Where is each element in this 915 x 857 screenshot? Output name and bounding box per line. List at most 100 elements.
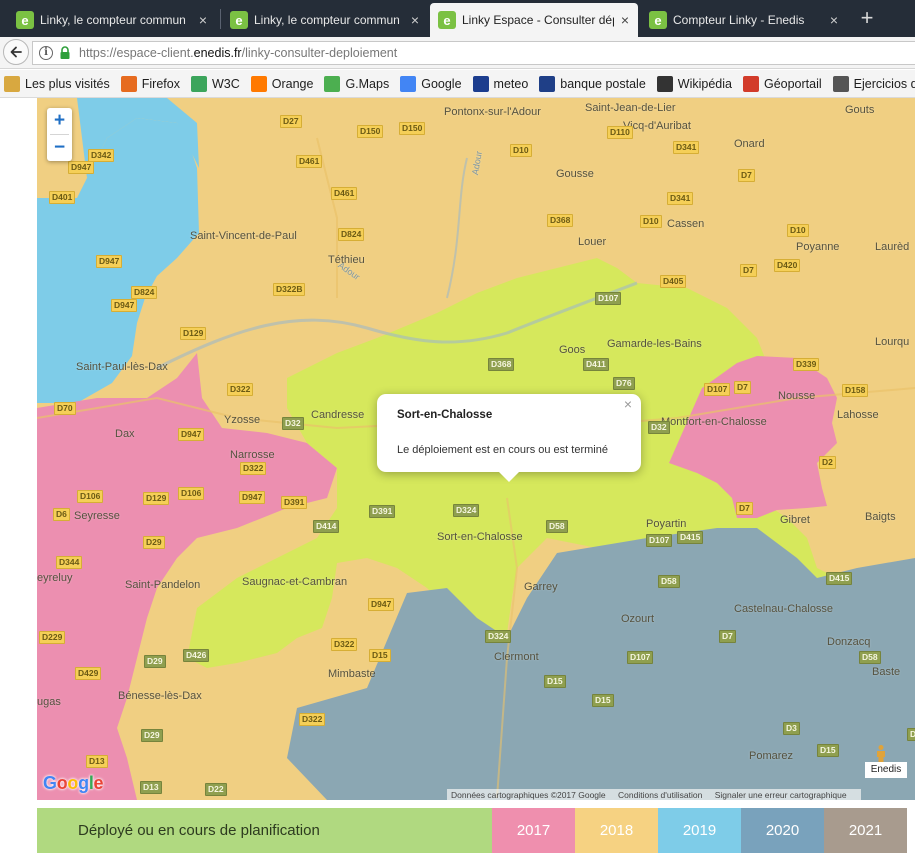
- place-label: Narrosse: [230, 449, 275, 461]
- road-label: D58: [546, 520, 568, 533]
- place-label: Gousse: [556, 168, 594, 180]
- place-label: Saint-Pandelon: [125, 579, 201, 591]
- road-label: D15: [369, 649, 391, 662]
- bookmark-item[interactable]: W3C: [190, 75, 240, 92]
- tab-label: Compteur Linky - Enedis: [673, 13, 805, 27]
- road-label: D322B: [273, 283, 306, 296]
- browser-tab[interactable]: e Linky, le compteur commun ×: [222, 3, 428, 37]
- road-label: D6: [53, 508, 70, 521]
- road-label: D391: [369, 505, 396, 518]
- road-label: D341: [667, 192, 694, 205]
- place-label: Saint-Jean-de-Lier: [585, 102, 676, 114]
- back-arrow-icon: [10, 46, 22, 58]
- bookmark-item[interactable]: Orange: [250, 75, 314, 92]
- road-label: D129: [143, 492, 170, 505]
- w3c-icon: [190, 75, 207, 92]
- road-label: D420: [774, 259, 801, 272]
- bookmark-item[interactable]: Géoportail: [742, 75, 822, 92]
- legend-year-2017: 2017: [492, 808, 575, 853]
- zoom-in-button[interactable]: +: [47, 108, 72, 134]
- road-label: D368: [547, 214, 574, 227]
- address-bar[interactable]: i https://espace-client.enedis.fr/linky-…: [32, 41, 915, 65]
- road-label: D7: [736, 502, 753, 515]
- legend-year-2020: 2020: [741, 808, 824, 853]
- road-label: D324: [485, 630, 512, 643]
- place-label: Goos: [559, 344, 586, 356]
- road-label: D107: [595, 292, 622, 305]
- place-label: ugas: [37, 696, 61, 708]
- legend-year-2019: 2019: [658, 808, 741, 853]
- enedis-favicon-icon: e: [230, 11, 248, 29]
- road-label: D107: [627, 651, 654, 664]
- place-label: Gibret: [780, 514, 810, 526]
- road-label: D824: [131, 286, 158, 299]
- bookmark-item[interactable]: G.Maps: [324, 75, 389, 92]
- bookmarks-bar: Les plus visités Firefox W3C Orange G.Maps Go…: [0, 70, 915, 98]
- place-label: Ozourt: [621, 613, 655, 625]
- road-label: D429: [75, 667, 102, 680]
- pegman-icon[interactable]: [874, 744, 888, 762]
- road-label: D10: [787, 224, 809, 237]
- deployment-map[interactable]: Pontonx-sur-l'Adour Saint-Jean-de-Lier Vic…: [37, 98, 915, 800]
- road-label: D2: [819, 456, 836, 469]
- enedis-favicon-icon: e: [16, 11, 34, 29]
- road-label: D947: [111, 299, 138, 312]
- road-label: D324: [453, 504, 480, 517]
- bookmark-item[interactable]: banque postale: [539, 75, 646, 92]
- spanish-icon: [832, 75, 849, 92]
- google-logo[interactable]: Google: [43, 773, 104, 794]
- bookmark-label: Orange: [271, 76, 314, 91]
- terms-link[interactable]: Conditions d'utilisation: [618, 790, 702, 800]
- bookmark-item[interactable]: Les plus visités: [4, 75, 110, 92]
- browser-tab[interactable]: e Compteur Linky - Enedis ×: [641, 3, 847, 37]
- lock-icon[interactable]: [59, 46, 71, 60]
- bookmark-label: Géoportail: [763, 76, 822, 91]
- close-tab-icon[interactable]: ×: [196, 12, 210, 28]
- new-tab-button[interactable]: +: [855, 7, 879, 31]
- road-label: D341: [673, 141, 700, 154]
- bookmark-item[interactable]: Ejercicios de español: [832, 75, 915, 92]
- legend-year-2021: 2021: [824, 808, 907, 853]
- road-label: D150: [357, 125, 384, 138]
- place-label: Mimbaste: [328, 668, 376, 680]
- info-icon[interactable]: i: [39, 46, 53, 60]
- road-label: D110: [607, 126, 633, 139]
- report-error-link[interactable]: Signaler une erreur cartographique: [715, 790, 847, 800]
- road-label: D411: [583, 358, 609, 371]
- enedis-favicon-icon: e: [649, 11, 667, 29]
- close-tab-icon[interactable]: ×: [827, 12, 841, 28]
- back-button[interactable]: [3, 39, 29, 65]
- bookmark-label: Ejercicios de español: [853, 76, 915, 91]
- place-label: Nousse: [778, 390, 816, 402]
- road-label: D391: [281, 496, 308, 509]
- browser-tab[interactable]: e Linky, le compteur commun ×: [8, 3, 216, 37]
- road-label: D10: [640, 215, 662, 228]
- bank-icon: [539, 75, 556, 92]
- browser-tab-active[interactable]: e Linky Espace - Consulter dép ×: [430, 3, 638, 37]
- popup-close-button[interactable]: ×: [621, 397, 635, 411]
- bookmark-label: banque postale: [560, 76, 646, 91]
- bookmark-label: meteo: [493, 76, 529, 91]
- close-tab-icon[interactable]: ×: [408, 12, 422, 28]
- tab-label: Linky Espace - Consulter dép: [462, 13, 614, 27]
- bookmark-item[interactable]: Wikipédia: [656, 75, 732, 92]
- bookmark-item[interactable]: Firefox: [120, 75, 180, 92]
- close-tab-icon[interactable]: ×: [618, 12, 632, 28]
- place-label: Gamarde-les-Bains: [607, 338, 702, 350]
- road-label: D7: [734, 381, 751, 394]
- tab-label: Linky, le compteur commun: [254, 13, 400, 27]
- bookmark-item[interactable]: meteo: [472, 75, 529, 92]
- road-label: D158: [842, 384, 869, 397]
- bookmark-label: Wikipédia: [677, 76, 732, 91]
- road-label: D15: [592, 694, 614, 707]
- bookmark-item[interactable]: Google: [400, 75, 462, 92]
- url-text[interactable]: https://espace-client.enedis.fr/linky-co…: [79, 46, 397, 60]
- place-label: Baigts: [865, 511, 896, 523]
- place-label: Laurèd: [875, 241, 910, 253]
- place-label: Louer: [578, 236, 607, 248]
- place-label: Saint-Vincent-de-Paul: [190, 230, 297, 242]
- road-label: D106: [178, 487, 205, 500]
- maps-icon: [324, 75, 341, 92]
- bookmark-label: Google: [421, 76, 462, 91]
- zoom-out-button[interactable]: −: [47, 135, 72, 161]
